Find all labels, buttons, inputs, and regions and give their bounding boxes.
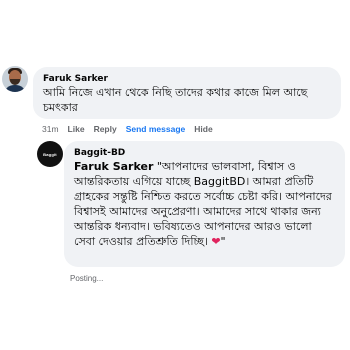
reply-closing-quote: " [220,235,226,248]
comment-timestamp[interactable]: 31m [42,124,59,134]
mentioned-user[interactable]: Faruk Sarker [74,160,153,173]
comment-text: আমি নিজে এখান থেকে নিছি তাদের কথার কাজে … [43,86,308,114]
send-message-button[interactable]: Send message [126,124,186,134]
like-button[interactable]: Like [68,124,85,134]
hide-button[interactable]: Hide [194,124,212,134]
reply-button[interactable]: Reply [94,124,117,134]
brand-logo: Baggit [43,151,57,157]
heart-emoji-icon: ❤ [211,235,221,248]
reply-body: "আপনাদের ভালবাসা, বিশ্বাস ও আন্তরিকতায় … [74,160,332,248]
comment-bubble: Faruk Sarker আমি নিজে এখান থেকে নিছি তাদ… [33,67,341,119]
comment-actions: 31m Like Reply Send message Hide [42,124,213,134]
comment-author[interactable]: Faruk Sarker [43,73,331,85]
reply-author[interactable]: Baggit-BD [74,147,335,159]
user-avatar[interactable] [2,66,28,92]
reply-bubble: Baggit-BD Faruk Sarker "আপনাদের ভালবাসা,… [64,141,345,267]
reply-text: Faruk Sarker "আপনাদের ভালবাসা, বিশ্বাস ও… [74,159,335,249]
brand-avatar[interactable]: Baggit [37,141,63,167]
posting-status: Posting... [70,274,104,283]
